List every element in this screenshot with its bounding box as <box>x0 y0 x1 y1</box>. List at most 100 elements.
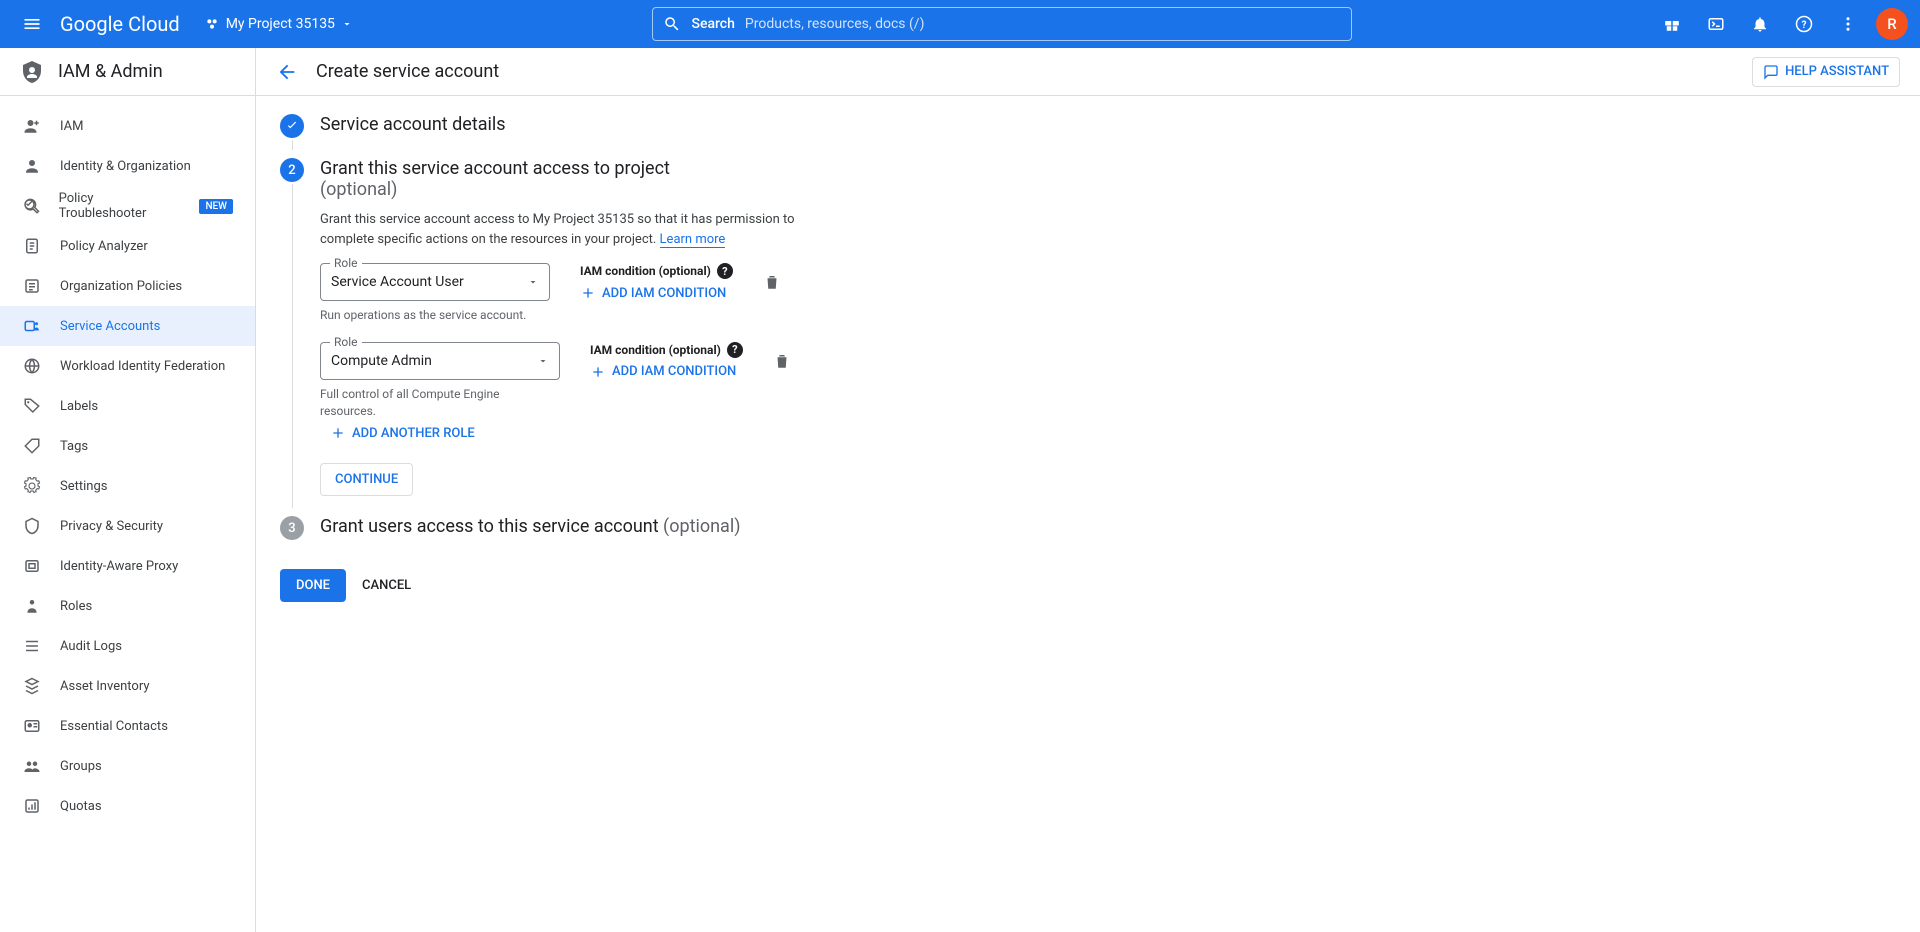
sidebar-item-label: Tags <box>60 439 88 454</box>
add-iam-condition-1[interactable]: ADD IAM CONDITION <box>580 285 733 301</box>
search-bar[interactable]: Search Products, resources, docs (/) <box>652 7 1352 41</box>
sidebar-item-labels[interactable]: Labels <box>0 386 255 426</box>
sidebar-item-quotas[interactable]: Quotas <box>0 786 255 826</box>
sidebar-item-label: Roles <box>60 599 92 614</box>
help-assistant-button[interactable]: HELP ASSISTANT <box>1752 57 1900 87</box>
sidebar-item-essential-contacts[interactable]: Essential Contacts <box>0 706 255 746</box>
project-icon <box>204 16 220 32</box>
dropdown-icon <box>527 276 539 288</box>
sidebar-item-label: Identity & Organization <box>60 159 191 174</box>
back-button[interactable] <box>276 61 298 83</box>
sidebar-item-label: Privacy & Security <box>60 519 163 534</box>
role-field-2: Role Compute Admin <box>320 342 560 380</box>
sidebar-header[interactable]: IAM & Admin <box>0 48 255 96</box>
iam-condition-label: IAM condition (optional) ? <box>590 342 743 358</box>
dropdown-icon <box>537 355 549 367</box>
project-name: My Project 35135 <box>226 16 335 32</box>
search-placeholder: Products, resources, docs (/) <box>745 16 925 32</box>
shield-icon <box>20 60 44 84</box>
step-3-number-icon: 3 <box>280 516 304 540</box>
page-header: Create service account HELP ASSISTANT <box>256 48 1920 96</box>
sidebar-item-label: Quotas <box>60 799 102 814</box>
sidebar-item-org-policies[interactable]: Organization Policies <box>0 266 255 306</box>
main-panel: Create service account HELP ASSISTANT Se… <box>256 48 1920 932</box>
field-label: Role <box>330 256 362 270</box>
trash-icon <box>773 352 791 370</box>
learn-more-link[interactable]: Learn more <box>660 232 726 248</box>
sidebar-item-service-accounts[interactable]: Service Accounts <box>0 306 255 346</box>
gift-icon[interactable] <box>1652 0 1692 48</box>
step-2-title: Grant this service account access to pro… <box>320 158 1132 200</box>
sidebar-title: IAM & Admin <box>58 61 163 82</box>
plus-icon <box>330 425 346 441</box>
search-icon <box>663 15 681 33</box>
sidebar-item-label: Groups <box>60 759 102 774</box>
more-vert-icon[interactable] <box>1828 0 1868 48</box>
sidebar-item-label: Organization Policies <box>60 279 182 294</box>
role-field-1: Role Service Account User <box>320 263 550 301</box>
sidebar-item-tags[interactable]: Tags <box>0 426 255 466</box>
field-label: Role <box>330 335 362 349</box>
notifications-icon[interactable] <box>1740 0 1780 48</box>
sidebar-item-label: Settings <box>60 479 107 494</box>
sidebar-item-label: Audit Logs <box>60 639 122 654</box>
sidebar-item-label: Labels <box>60 399 98 414</box>
logo-text: Google Cloud <box>60 12 180 36</box>
content: Service account details 2 Grant this ser… <box>256 96 1156 642</box>
trash-icon <box>763 273 781 291</box>
sidebar-nav: IAM Identity & Organization Policy Troub… <box>0 96 255 836</box>
sidebar-item-identity-org[interactable]: Identity & Organization <box>0 146 255 186</box>
iam-condition-label: IAM condition (optional) ? <box>580 263 733 279</box>
sidebar-item-label: Service Accounts <box>60 319 160 334</box>
cloud-shell-icon[interactable] <box>1696 0 1736 48</box>
sidebar-item-groups[interactable]: Groups <box>0 746 255 786</box>
help-tooltip-icon[interactable]: ? <box>727 342 743 358</box>
top-bar: Google Cloud My Project 35135 Search Pro… <box>0 0 1920 48</box>
add-another-role-button[interactable]: ADD ANOTHER ROLE <box>330 425 1132 441</box>
sidebar-item-policy-analyzer[interactable]: Policy Analyzer <box>0 226 255 266</box>
sidebar-item-iam[interactable]: IAM <box>0 106 255 146</box>
role-value: Service Account User <box>331 274 464 290</box>
role-hint-1: Run operations as the service account. <box>320 307 530 324</box>
help-icon[interactable]: ? <box>1784 0 1824 48</box>
role-row-2: Role Compute Admin Full control of all C… <box>320 342 1132 420</box>
sidebar-item-roles[interactable]: Roles <box>0 586 255 626</box>
sidebar-item-audit-logs[interactable]: Audit Logs <box>0 626 255 666</box>
sidebar-item-privacy-security[interactable]: Privacy & Security <box>0 506 255 546</box>
continue-button[interactable]: CONTINUE <box>320 463 413 496</box>
project-picker[interactable]: My Project 35135 <box>204 16 353 32</box>
cancel-button[interactable]: CANCEL <box>362 569 411 602</box>
sidebar-item-iap[interactable]: Identity-Aware Proxy <box>0 546 255 586</box>
sidebar: IAM & Admin IAM Identity & Organization … <box>0 48 256 932</box>
help-tooltip-icon[interactable]: ? <box>717 263 733 279</box>
role-value: Compute Admin <box>331 353 432 369</box>
account-avatar[interactable]: R <box>1872 0 1912 48</box>
role-row-1: Role Service Account User Run operations… <box>320 263 1132 324</box>
sidebar-item-label: Workload Identity Federation <box>60 359 225 374</box>
plus-icon <box>580 285 596 301</box>
done-button[interactable]: DONE <box>280 569 346 602</box>
step-3-title[interactable]: Grant users access to this service accou… <box>320 516 1132 537</box>
sidebar-item-workload-identity[interactable]: Workload Identity Federation <box>0 346 255 386</box>
chat-icon <box>1763 64 1779 80</box>
menu-icon <box>22 14 42 34</box>
delete-role-2[interactable] <box>773 342 791 370</box>
sidebar-item-label: IAM <box>60 119 83 134</box>
add-iam-condition-2[interactable]: ADD IAM CONDITION <box>590 364 743 380</box>
sidebar-item-asset-inventory[interactable]: Asset Inventory <box>0 666 255 706</box>
step-1-title[interactable]: Service account details <box>320 114 1132 135</box>
delete-role-1[interactable] <box>763 263 781 291</box>
step-1: Service account details <box>280 114 1132 152</box>
plus-icon <box>590 364 606 380</box>
hamburger-menu-button[interactable] <box>8 0 56 48</box>
dropdown-icon <box>341 18 353 30</box>
step-2: 2 Grant this service account access to p… <box>280 158 1132 510</box>
logo[interactable]: Google Cloud <box>56 12 184 36</box>
sidebar-item-label: Essential Contacts <box>60 719 168 734</box>
sidebar-item-policy-troubleshooter[interactable]: Policy TroubleshooterNEW <box>0 186 255 226</box>
search-label: Search <box>691 16 734 32</box>
step-2-description: Grant this service account access to My … <box>320 210 800 249</box>
sidebar-item-settings[interactable]: Settings <box>0 466 255 506</box>
sidebar-item-label: Identity-Aware Proxy <box>60 559 178 574</box>
step-1-check-icon <box>280 114 304 138</box>
